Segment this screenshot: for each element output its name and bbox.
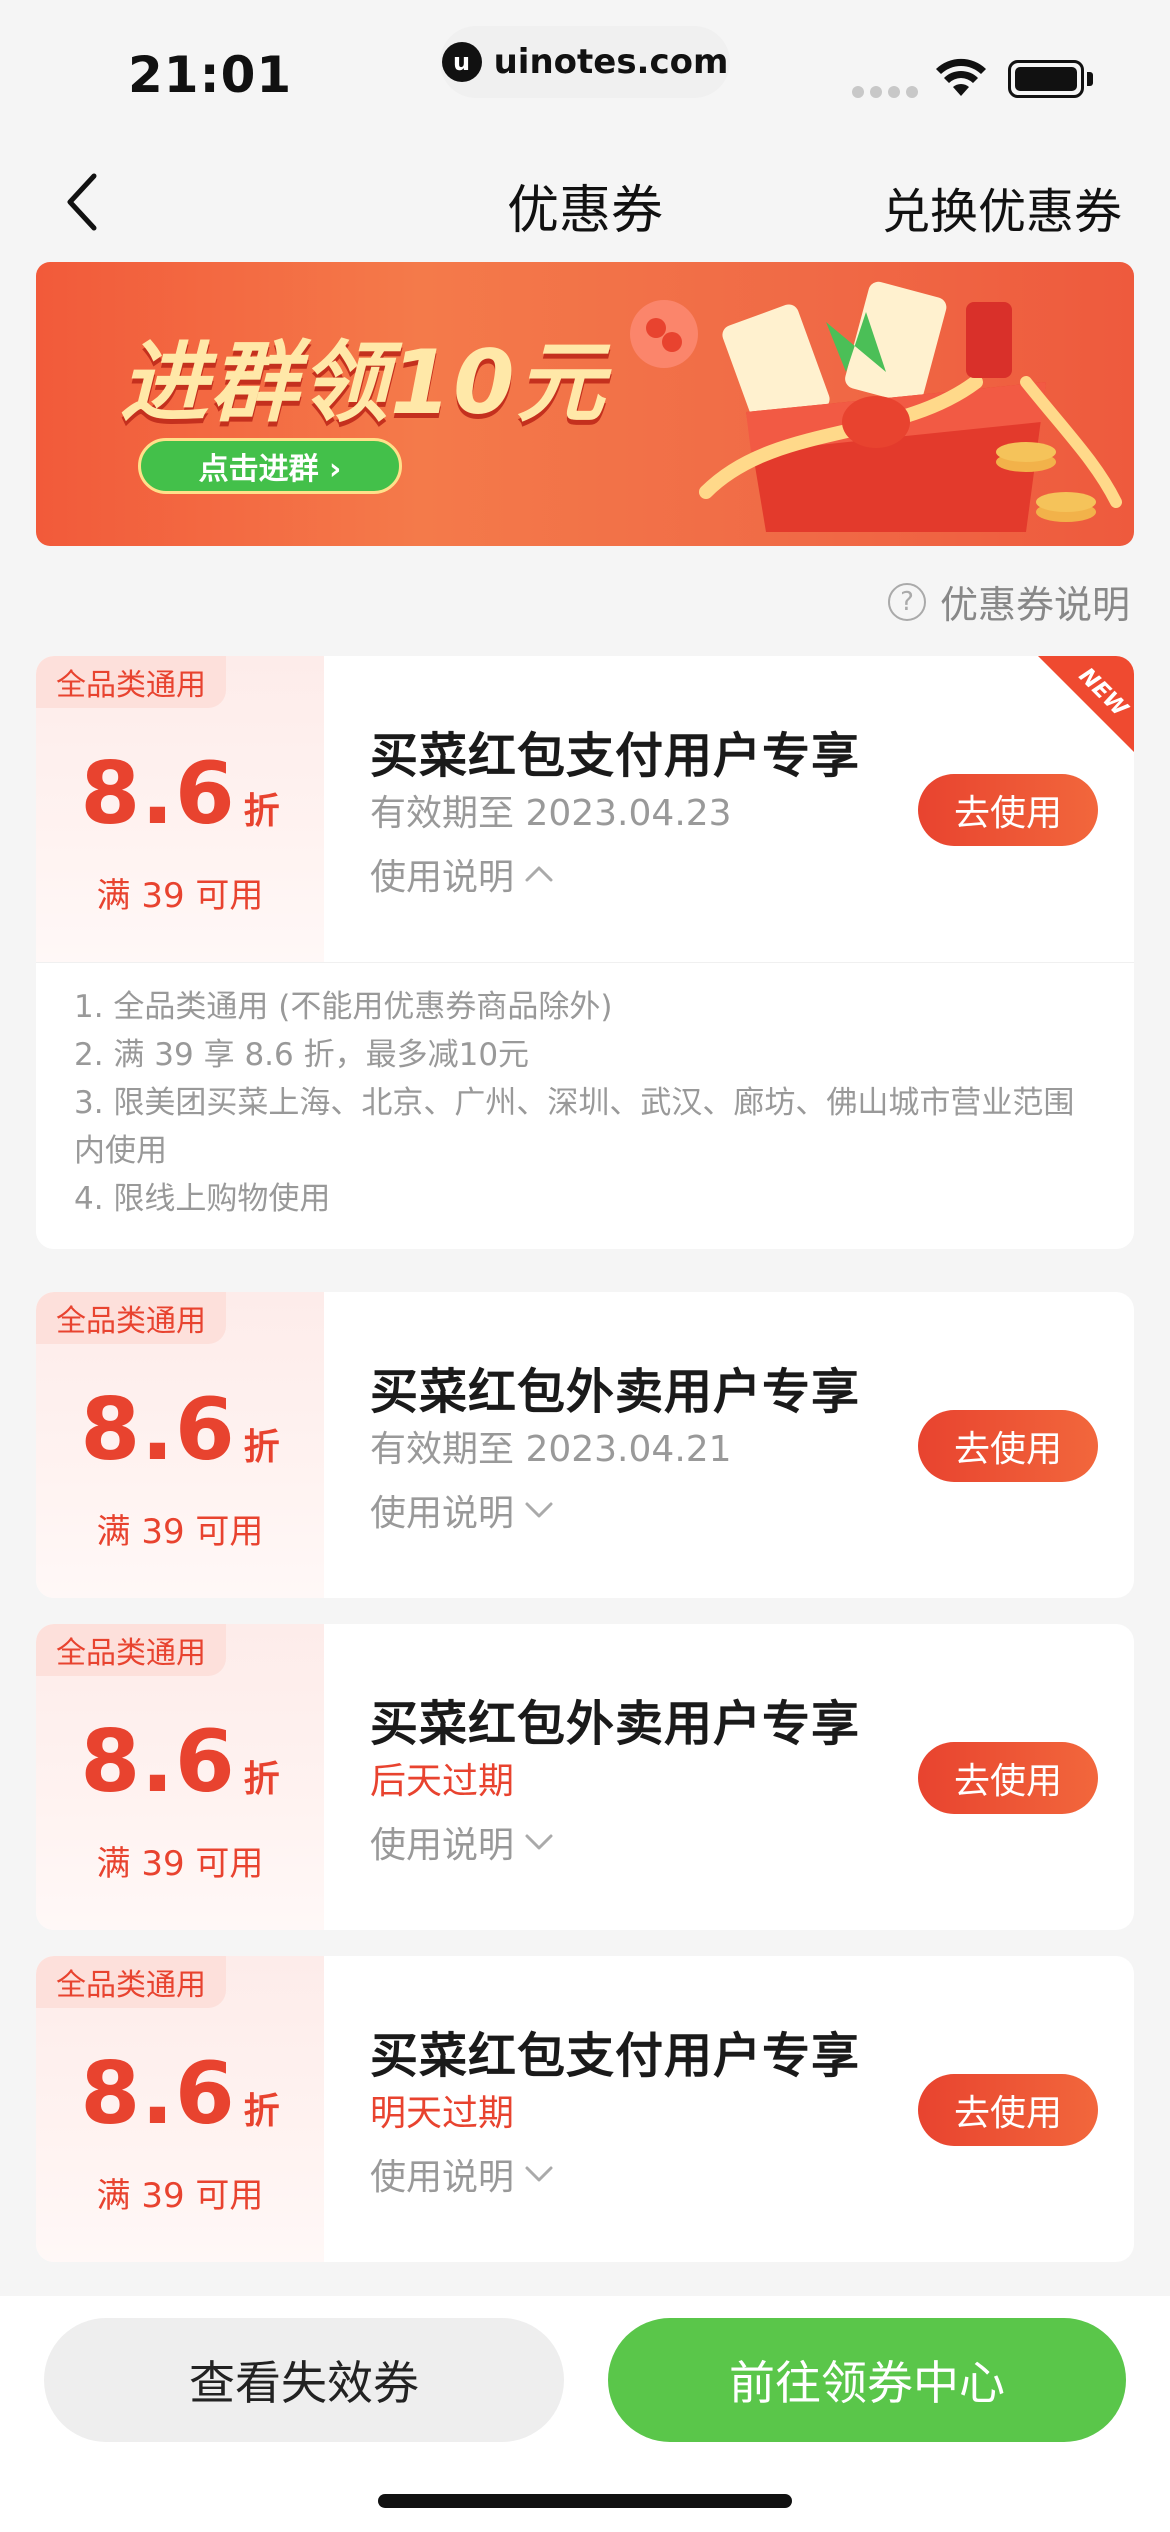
coupon-discount: 8.6 折 — [36, 1380, 324, 1480]
coupon-card: 全品类通用 8.6 折 满 39 可用 买菜红包外卖用户专享 有效期至 2023.… — [36, 1292, 1134, 1598]
coupon-title: 买菜红包外卖用户专享 — [370, 1364, 861, 1420]
discount-unit: 折 — [243, 1759, 280, 1800]
join-group-button[interactable]: 点击进群 › — [138, 438, 402, 494]
coupons-page: 21:01 u uinotes.com 优惠券 兑换优惠券 进群领10元 点击进… — [0, 0, 1170, 2532]
coupon-category-badge: 全品类通用 — [36, 1956, 226, 2008]
rule-item: 2. 满 39 享 8.6 折，最多减10元 — [74, 1037, 530, 1073]
usage-rules-label: 使用说明 — [370, 2157, 515, 2198]
discount-value: 8.6 — [80, 2044, 236, 2144]
chevron-down-icon — [525, 2166, 553, 2182]
usage-rules-label: 使用说明 — [370, 1825, 515, 1866]
coupon-value-panel: 全品类通用 8.6 折 满 39 可用 — [36, 656, 324, 962]
url-text: uinotes.com — [493, 42, 729, 82]
banner-title: 进群领10元 — [120, 331, 607, 434]
coupon-discount: 8.6 折 — [36, 744, 324, 844]
coupon-title: 买菜红包支付用户专享 — [370, 728, 861, 784]
usage-rules-toggle[interactable]: 使用说明 — [370, 1816, 554, 1868]
chevron-up-icon — [525, 866, 553, 882]
nav-bar: 优惠券 兑换优惠券 — [0, 150, 1170, 250]
coupon-discount: 8.6 折 — [36, 1712, 324, 1812]
redeem-coupon-link[interactable]: 兑换优惠券 — [882, 172, 1122, 242]
usage-rules-toggle[interactable]: 使用说明 — [370, 848, 554, 900]
coupon-expiry: 有效期至 2023.04.21 — [370, 1429, 732, 1470]
coupon-value-panel: 全品类通用 8.6 折 满 39 可用 — [36, 1292, 324, 1598]
help-label: 优惠券说明 — [939, 583, 1130, 627]
view-expired-coupons-button[interactable]: 查看失效券 — [44, 2318, 564, 2442]
use-coupon-button[interactable]: 去使用 — [918, 2074, 1098, 2146]
new-ribbon: NEW — [1038, 656, 1134, 752]
coupon-expiry: 有效期至 2023.04.23 — [370, 793, 732, 834]
coupon-card: 全品类通用 8.6 折 满 39 可用 买菜红包支付用户专享 有效期至 2023.… — [36, 656, 1134, 1249]
usage-rules-label: 使用说明 — [370, 857, 515, 898]
discount-unit: 折 — [243, 1427, 280, 1468]
question-icon: ? — [887, 582, 926, 621]
min-spend: 满 39 可用 — [96, 1844, 264, 1884]
coupon-category-badge: 全品类通用 — [36, 656, 226, 708]
chevron-down-icon — [525, 1834, 553, 1850]
use-coupon-button[interactable]: 去使用 — [918, 1742, 1098, 1814]
coupon-category-badge: 全品类通用 — [36, 1292, 226, 1344]
discount-unit: 折 — [243, 791, 280, 832]
coupon-discount: 8.6 折 — [36, 2044, 324, 2144]
rule-item: 3. 限美团买菜上海、北京、广州、深圳、武汉、廊坊、佛山城市营业范围内使用 — [74, 1085, 1075, 1169]
back-chevron-icon[interactable] — [52, 172, 112, 232]
rule-item: 1. 全品类通用 (不能用优惠券商品除外) — [74, 989, 613, 1025]
coupon-value-panel: 全品类通用 8.6 折 满 39 可用 — [36, 1956, 324, 2262]
coupon-title: 买菜红包外卖用户专享 — [370, 1696, 861, 1752]
usage-rules-detail: 1. 全品类通用 (不能用优惠券商品除外) 2. 满 39 享 8.6 折，最多… — [36, 962, 1134, 1249]
promo-banner[interactable]: 进群领10元 点击进群 › — [36, 262, 1134, 546]
bottom-action-bar: 查看失效券 前往领券中心 — [0, 2296, 1170, 2532]
usage-rules-label: 使用说明 — [370, 1493, 515, 1534]
coupon-value-panel: 全品类通用 8.6 折 满 39 可用 — [36, 1624, 324, 1930]
gift-basket-illustration — [630, 281, 1122, 532]
site-logo-icon: u — [441, 42, 482, 82]
usage-rules-toggle[interactable]: 使用说明 — [370, 2148, 554, 2200]
chevron-down-icon — [525, 1502, 553, 1518]
discount-value: 8.6 — [80, 744, 236, 844]
use-coupon-button[interactable]: 去使用 — [918, 774, 1098, 846]
discount-unit: 折 — [243, 2091, 280, 2132]
battery-cap — [1087, 72, 1093, 86]
new-tag: NEW — [1073, 663, 1133, 722]
go-to-coupon-center-button[interactable]: 前往领券中心 — [608, 2318, 1126, 2442]
rule-item: 4. 限线上购物使用 — [74, 1181, 331, 1217]
battery-icon — [1008, 60, 1084, 98]
usage-rules-toggle[interactable]: 使用说明 — [370, 1484, 554, 1536]
home-indicator[interactable] — [378, 2494, 792, 2508]
min-spend: 满 39 可用 — [96, 1512, 264, 1552]
wifi-icon — [935, 58, 987, 102]
coupon-card: 全品类通用 8.6 折 满 39 可用 买菜红包外卖用户专享 后天过期 使用说明 … — [36, 1624, 1134, 1930]
status-bar: 21:01 u uinotes.com — [0, 0, 1170, 140]
status-time: 21:01 — [128, 46, 293, 104]
coupon-help-link[interactable]: ? 优惠券说明 — [887, 574, 1130, 629]
use-coupon-button[interactable]: 去使用 — [918, 1410, 1098, 1482]
min-spend: 满 39 可用 — [96, 2176, 264, 2216]
min-spend: 满 39 可用 — [96, 876, 264, 916]
discount-value: 8.6 — [80, 1380, 236, 1480]
coupon-expiry: 明天过期 — [370, 2093, 515, 2134]
coupon-card: 全品类通用 8.6 折 满 39 可用 买菜红包支付用户专享 明天过期 使用说明 … — [36, 1956, 1134, 2262]
cellular-signal-icon — [852, 86, 918, 98]
coupon-expiry: 后天过期 — [370, 1761, 515, 1802]
coupon-title: 买菜红包支付用户专享 — [370, 2028, 861, 2084]
coupon-category-badge: 全品类通用 — [36, 1624, 226, 1676]
url-pill[interactable]: u uinotes.com — [440, 26, 730, 98]
discount-value: 8.6 — [80, 1712, 236, 1812]
